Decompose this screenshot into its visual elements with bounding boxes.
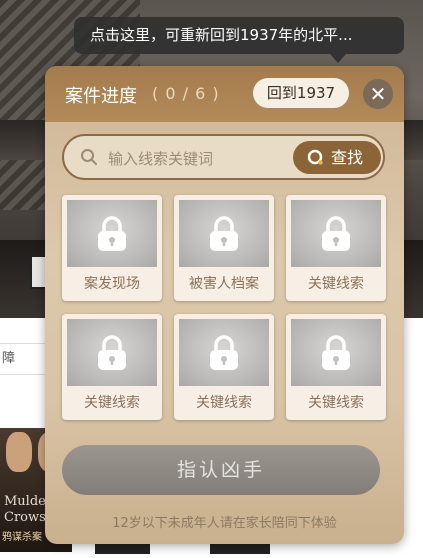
clue-card[interactable]: 关键线索 xyxy=(174,314,274,420)
age-notice: 12岁以下未成年人请在家长陪同下体验 xyxy=(112,516,337,531)
lock-icon xyxy=(98,215,126,251)
search-input[interactable] xyxy=(106,146,295,172)
card-label: 被害人档案 xyxy=(189,276,259,292)
background-side-text: 障 xyxy=(2,351,16,366)
card-thumbnail xyxy=(179,200,269,267)
progress-counter: ( 0 / 6 ) xyxy=(152,84,220,103)
close-icon: ✕ xyxy=(369,82,387,106)
search-button-label: 查找 xyxy=(331,148,364,167)
card-thumbnail xyxy=(179,319,269,386)
lock-icon xyxy=(210,334,238,370)
search-button[interactable]: 查找 xyxy=(293,141,381,174)
tooltip-arrow xyxy=(330,54,346,63)
clue-card[interactable]: 关键线索 xyxy=(286,195,386,301)
close-button[interactable]: ✕ xyxy=(363,79,393,109)
poster-title-line3: 鸦谋杀案 xyxy=(2,532,42,543)
return-tooltip: 点击这里，可重新回到1937年的北平... xyxy=(74,17,404,54)
lock-icon xyxy=(322,334,350,370)
lock-icon xyxy=(322,215,350,251)
lock-icon xyxy=(98,334,126,370)
card-thumbnail xyxy=(67,319,157,386)
search-button-icon xyxy=(307,149,323,165)
card-label: 案发现场 xyxy=(84,276,140,292)
panel-title: 案件进度 xyxy=(65,86,137,107)
poster-title-line2: Crows xyxy=(4,510,46,525)
identify-killer-button[interactable]: 指认凶手 xyxy=(62,445,380,495)
search-icon xyxy=(81,149,97,165)
case-progress-panel: 案件进度 ( 0 / 6 ) 回到1937 ✕ 查找 案发现场 被害 xyxy=(45,66,404,544)
panel-header: 案件进度 ( 0 / 6 ) 回到1937 ✕ xyxy=(45,66,404,122)
return-1937-button[interactable]: 回到1937 xyxy=(253,78,349,108)
background-thumbnail[interactable] xyxy=(95,544,150,554)
clue-card[interactable]: 关键线索 xyxy=(286,314,386,420)
background-thumbnail[interactable] xyxy=(210,544,270,554)
card-label: 关键线索 xyxy=(84,395,140,411)
card-label: 关键线索 xyxy=(196,395,252,411)
card-label: 关键线索 xyxy=(308,276,364,292)
card-thumbnail xyxy=(291,319,381,386)
clue-card[interactable]: 关键线索 xyxy=(62,314,162,420)
card-label: 关键线索 xyxy=(308,395,364,411)
lock-icon xyxy=(210,215,238,251)
card-thumbnail xyxy=(67,200,157,267)
poster-face xyxy=(6,432,32,472)
card-thumbnail xyxy=(291,200,381,267)
clue-card[interactable]: 案发现场 xyxy=(62,195,162,301)
search-bar: 查找 xyxy=(62,134,385,180)
clue-card[interactable]: 被害人档案 xyxy=(174,195,274,301)
